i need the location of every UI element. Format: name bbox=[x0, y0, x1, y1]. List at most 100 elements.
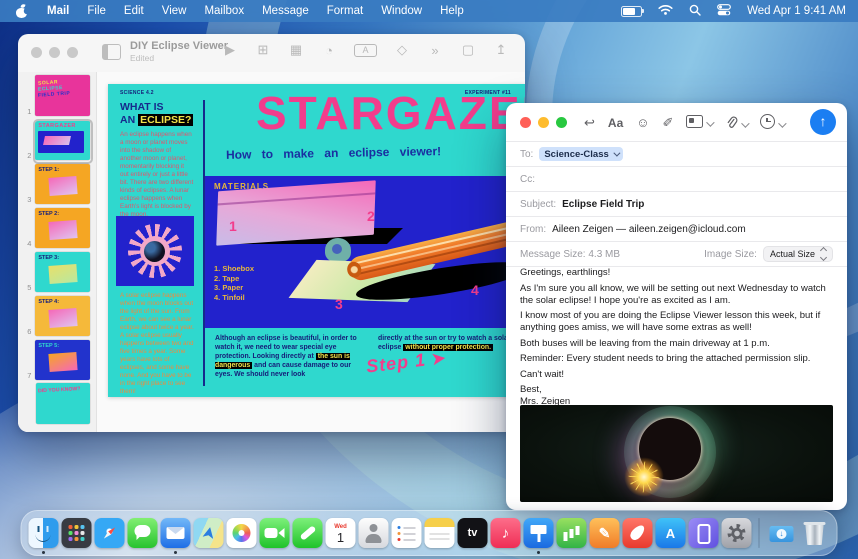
dock-keynote-icon[interactable] bbox=[524, 518, 554, 548]
eclipse-paragraph: An eclipse happens when a moon or planet… bbox=[120, 131, 194, 219]
format-text-icon[interactable]: Aa bbox=[608, 111, 623, 135]
menu-message[interactable]: Message bbox=[253, 0, 318, 22]
subject-field[interactable]: Subject: Eclipse Field Trip bbox=[506, 191, 847, 216]
dock-maps-icon[interactable] bbox=[194, 518, 224, 548]
dock-settings-icon[interactable] bbox=[722, 518, 752, 548]
menu-format[interactable]: Format bbox=[318, 0, 372, 22]
dock-downloads-icon[interactable] bbox=[767, 518, 797, 548]
image-size-select[interactable]: Actual Size bbox=[763, 246, 833, 263]
mail-header-fields: To: Science-Class Cc: Subject: Eclipse F… bbox=[506, 141, 847, 267]
send-later-icon[interactable] bbox=[760, 113, 784, 133]
wifi-icon[interactable] bbox=[658, 4, 673, 18]
mail-toolbar: ↩ Aa ☺ ✐ bbox=[584, 111, 784, 135]
body-paragraph: As I'm sure you all know, we will be set… bbox=[520, 283, 833, 307]
insert-icon[interactable]: ⊞ bbox=[255, 42, 271, 58]
dock-iphone-mirroring-icon[interactable] bbox=[689, 518, 719, 548]
stargazer-subtitle: How to make an eclipse viewer! bbox=[226, 144, 441, 162]
page-thumbnail-5[interactable]: 5STEP 3: bbox=[22, 254, 90, 292]
share-icon[interactable]: ↥ bbox=[493, 42, 509, 58]
from-field[interactable]: From: Aileen Zeigen — aileen.zeigen@iclo… bbox=[506, 216, 847, 241]
document-page[interactable]: SCIENCE 4.2 EXPERIMENT #11 WHAT IS AN EC… bbox=[108, 84, 525, 397]
recipient-token[interactable]: Science-Class bbox=[539, 147, 622, 161]
dock-calendar-icon[interactable]: Wed1 bbox=[326, 518, 356, 548]
dock-facetime-icon[interactable] bbox=[260, 518, 290, 548]
stargazer-title: STARGAZER bbox=[256, 86, 525, 140]
menu-items: MailFileEditViewMailboxMessageFormatWind… bbox=[38, 0, 473, 22]
attachment-icon[interactable] bbox=[725, 114, 747, 133]
comment-icon[interactable]: ▢ bbox=[460, 42, 476, 58]
close-button[interactable] bbox=[520, 117, 531, 128]
chart-icon[interactable]: ◔ bbox=[321, 43, 337, 58]
dock-photos-icon[interactable] bbox=[227, 518, 257, 548]
photo-browser-icon[interactable] bbox=[686, 114, 712, 132]
dock-tv-icon[interactable]: tv bbox=[458, 518, 488, 548]
zoom-button[interactable] bbox=[67, 47, 78, 58]
menu-mail[interactable]: Mail bbox=[38, 0, 78, 22]
dock: Wed1 tv♪ ✎ A bbox=[21, 510, 838, 556]
message-size: Message Size: 4.3 MB bbox=[520, 249, 620, 260]
menu-window[interactable]: Window bbox=[372, 0, 431, 22]
menu-bar: MailFileEditViewMailboxMessageFormatWind… bbox=[0, 0, 858, 22]
more-toolbar-icon[interactable]: » bbox=[427, 43, 443, 58]
thumbnail-preview: STEP 4: bbox=[35, 296, 90, 336]
dock-contacts-icon[interactable] bbox=[359, 518, 389, 548]
desktop: MailFileEditViewMailboxMessageFormatWind… bbox=[0, 0, 858, 559]
minimize-button[interactable] bbox=[538, 117, 549, 128]
page-thumbnail-4[interactable]: 4STEP 2: bbox=[22, 210, 90, 248]
cc-field[interactable]: Cc: bbox=[506, 166, 847, 191]
dock-pages-icon[interactable]: ✎ bbox=[590, 518, 620, 548]
sun-illustration bbox=[116, 216, 194, 286]
eclipse-photo-attachment[interactable] bbox=[520, 405, 833, 502]
page-thumbnail-6[interactable]: 6STEP 4: bbox=[22, 298, 90, 336]
spotlight-search-icon[interactable] bbox=[689, 4, 701, 19]
thumbnail-number: 2 bbox=[22, 151, 31, 160]
dock-messages-icon[interactable] bbox=[128, 518, 158, 548]
dock-numbers-icon[interactable] bbox=[557, 518, 587, 548]
message-body[interactable]: Greetings, earthlings!As I'm sure you al… bbox=[520, 267, 833, 412]
dock-music-icon[interactable]: ♪ bbox=[491, 518, 521, 548]
menu-file[interactable]: File bbox=[78, 0, 115, 22]
shape-icon[interactable]: ◇ bbox=[394, 42, 410, 58]
menu-mailbox[interactable]: Mailbox bbox=[195, 0, 253, 22]
to-field[interactable]: To: Science-Class bbox=[506, 141, 847, 166]
dock-trash-icon[interactable] bbox=[800, 518, 830, 548]
dock-safari-icon[interactable] bbox=[95, 518, 125, 548]
minimize-button[interactable] bbox=[49, 47, 60, 58]
emoji-icon[interactable]: ☺ bbox=[636, 111, 649, 135]
mail-compose-window: ↩ Aa ☺ ✐ ↑ To: Science-Class Cc: Subject… bbox=[506, 103, 847, 510]
textbox-icon[interactable]: A bbox=[354, 44, 377, 57]
page-thumbnail-7[interactable]: 7STEP 5: bbox=[22, 342, 90, 380]
sidebar-toggle-icon[interactable] bbox=[102, 44, 121, 60]
thumbnail-preview: STEP 5: bbox=[35, 340, 90, 380]
page-thumbnail-2[interactable]: 2STARGAZER bbox=[22, 122, 90, 160]
menu-bar-clock[interactable]: Wed Apr 1 9:41 AM bbox=[747, 5, 846, 17]
solar-eclipse-paragraph: A solar eclipse happens when the moon bl… bbox=[120, 292, 194, 396]
page-thumbnail-3[interactable]: 3STEP 1: bbox=[22, 166, 90, 204]
zoom-button[interactable] bbox=[556, 117, 567, 128]
pages-canvas: SCIENCE 4.2 EXPERIMENT #11 WHAT IS AN EC… bbox=[97, 72, 525, 432]
dock-reminders-icon[interactable] bbox=[392, 518, 422, 548]
control-center-icon[interactable] bbox=[717, 4, 731, 19]
menu-help[interactable]: Help bbox=[431, 0, 473, 22]
page-thumbnail-1[interactable]: 1SOLARECLIPSEFIELD TRIP bbox=[22, 78, 90, 116]
menu-view[interactable]: View bbox=[153, 0, 196, 22]
play-icon[interactable]: ▶ bbox=[222, 42, 238, 58]
send-button[interactable]: ↑ bbox=[810, 109, 836, 135]
menu-edit[interactable]: Edit bbox=[115, 0, 153, 22]
dock-notes-icon[interactable] bbox=[425, 518, 455, 548]
dock-finder-icon[interactable] bbox=[29, 518, 59, 548]
apple-menu-icon[interactable] bbox=[16, 5, 28, 18]
dock-launchpad-icon[interactable] bbox=[62, 518, 92, 548]
dock-rocket-icon[interactable] bbox=[623, 518, 653, 548]
table-icon[interactable]: ▦ bbox=[288, 42, 304, 58]
close-button[interactable] bbox=[31, 47, 42, 58]
dock-phone-icon[interactable] bbox=[293, 518, 323, 548]
undo-icon[interactable]: ↩ bbox=[584, 111, 595, 135]
dock-mail-icon[interactable] bbox=[161, 518, 191, 548]
dock-appstore-icon[interactable]: A bbox=[656, 518, 686, 548]
page-thumbnail-8[interactable]: DID YOU KNOW? bbox=[22, 386, 90, 424]
pages-titlebar[interactable]: DIY Eclipse Viewer Edited ▶⊞▦◔A◇»▢↥✐◈▣ bbox=[18, 34, 525, 72]
battery-icon[interactable] bbox=[621, 6, 642, 17]
markup-icon[interactable]: ✐ bbox=[663, 111, 674, 135]
course-label: SCIENCE 4.2 bbox=[120, 90, 154, 96]
